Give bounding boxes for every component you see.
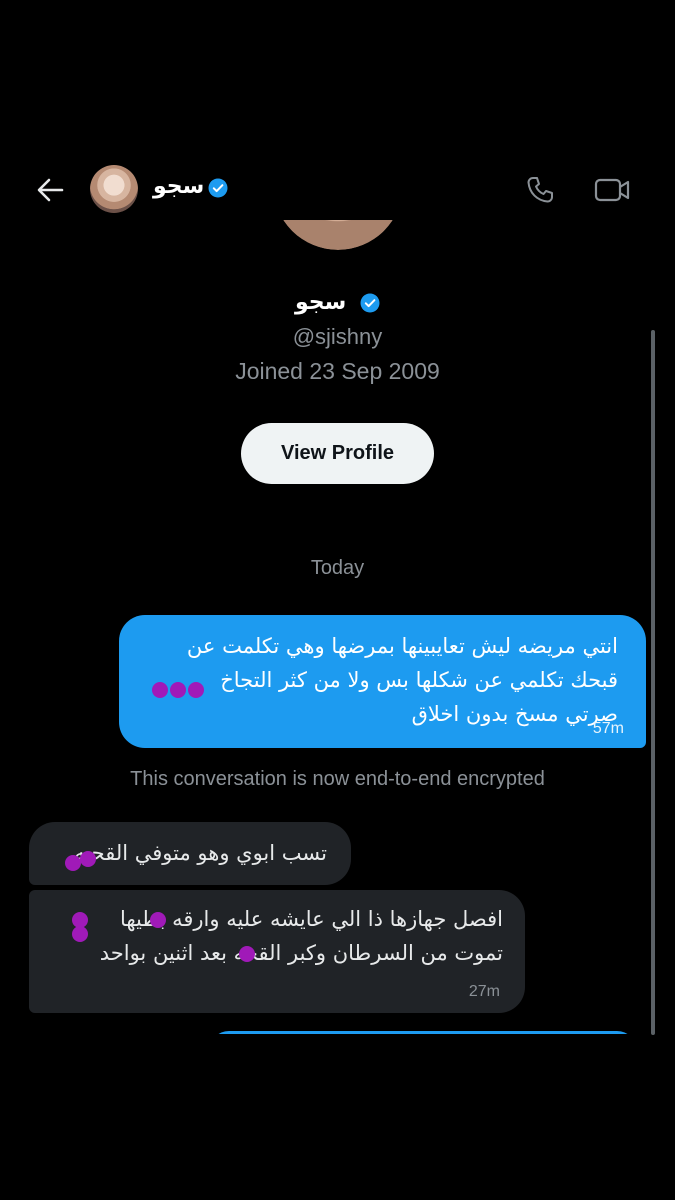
encryption-notice: This conversation is now end-to-end encr…: [130, 768, 545, 790]
profile-joined-date: Joined 23 Sep 2009: [235, 358, 440, 384]
redaction-mark: [239, 946, 255, 962]
redaction-mark: [72, 926, 88, 942]
redaction-mark: [80, 851, 96, 867]
header-name[interactable]: سجو: [153, 174, 204, 199]
phone-icon[interactable]: [524, 174, 556, 206]
header-avatar[interactable]: [90, 165, 138, 213]
redaction-mark: [65, 855, 81, 871]
profile-name-row: سجو: [0, 290, 675, 315]
redaction-mark: [170, 682, 186, 698]
day-separator: Today: [310, 557, 365, 579]
redaction-mark: [150, 912, 166, 928]
message-timestamp: 27m: [468, 983, 500, 1000]
incoming-message-bubble[interactable]: افصل جهازها ذا الي عايشه عليه وارقه بطيه…: [29, 890, 525, 1013]
incoming-message-bubble[interactable]: تسب ابوي وهو متوفي القحبه: [29, 822, 351, 885]
video-camera-icon[interactable]: [594, 174, 632, 206]
dm-conversation-screen: سجو سجو @sjishny Joined 23 Sep 2009 View…: [0, 0, 675, 1200]
message-text: افصل جهازها ذا الي عايشه عليه وارقه بطيه…: [99, 907, 503, 965]
profile-handle: @sjishny: [292, 324, 383, 349]
verified-badge-icon: [360, 293, 380, 313]
view-profile-button[interactable]: View Profile: [241, 423, 434, 484]
message-timestamp: 57m: [592, 720, 624, 737]
message-text: انتي مريضه ليش تعايبينها بمرضها وهي تكلم…: [186, 634, 618, 726]
scrollbar[interactable]: [651, 330, 655, 1035]
profile-name: سجو: [295, 290, 347, 315]
verified-badge-icon: [208, 178, 228, 198]
redaction-mark: [188, 682, 204, 698]
conversation-header: سجو: [0, 160, 675, 218]
redaction-mark: [152, 682, 168, 698]
back-arrow-icon[interactable]: [34, 174, 66, 206]
